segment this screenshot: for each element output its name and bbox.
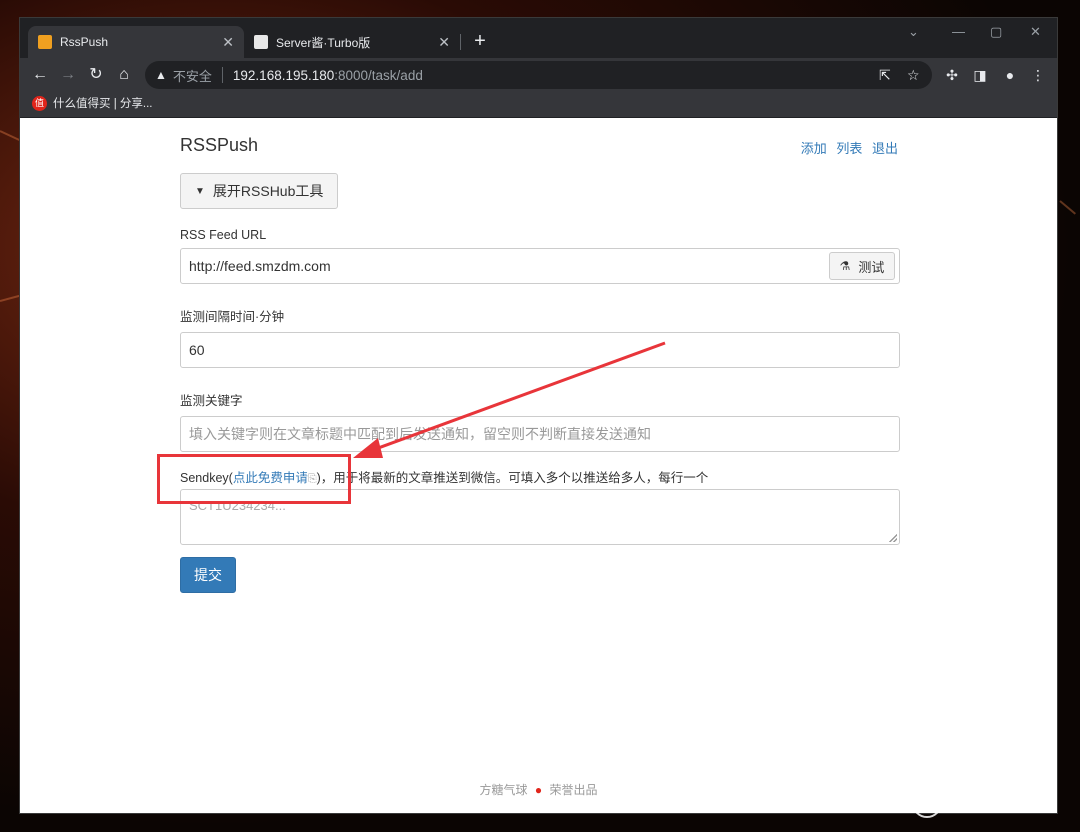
footer: 方糖气球 ● 荣誉出品: [20, 781, 1057, 798]
close-tab-icon[interactable]: ✕: [438, 34, 450, 51]
smzdm-favicon-icon: 值: [32, 95, 47, 111]
background-streak: [1059, 200, 1076, 215]
new-tab-icon[interactable]: +: [468, 30, 492, 54]
keywords-label: 监测关键字: [180, 394, 243, 408]
forward-icon[interactable]: →: [56, 63, 80, 87]
balloon-icon: ●: [534, 783, 543, 797]
reload-icon[interactable]: ↻: [84, 63, 108, 87]
nav-logout-link[interactable]: 退出: [872, 141, 898, 156]
share-icon[interactable]: ⇱: [879, 67, 891, 84]
submit-button[interactable]: 提交: [180, 557, 236, 593]
keywords-input[interactable]: 填入关键字则在文章标题中匹配到后发送通知，留空则不判断直接发送通知: [180, 416, 900, 452]
bookmark-smzdm[interactable]: 值 什么值得买 | 分享...: [32, 95, 152, 111]
nav-list-link[interactable]: 列表: [836, 141, 862, 156]
tab-title: Server酱·Turbo版: [276, 35, 371, 50]
browser-window: RssPush ✕ Server酱·Turbo版 ✕ + ⌄ — ▢ ✕ ← →…: [19, 17, 1058, 814]
omnibox-divider: [221, 67, 223, 83]
tab-serverchan[interactable]: Server酱·Turbo版 ✕: [244, 26, 460, 58]
interval-label: 监测间隔时间·分钟: [180, 310, 285, 324]
sendkey-suffix: )，用于将最新的文章推送到微信。可填入多个以推送给多人，每行一个: [316, 471, 709, 485]
annotation-highlight-box: [157, 454, 351, 504]
nav-add-link[interactable]: 添加: [801, 141, 827, 156]
serverchan-favicon-icon: [254, 35, 268, 49]
url-host: 192.168.195.180: [232, 67, 335, 83]
bookmark-label: 什么值得买 | 分享...: [53, 98, 153, 110]
feed-url-label: RSS Feed URL: [180, 228, 267, 242]
interval-input[interactable]: 60: [180, 332, 900, 368]
home-icon[interactable]: ⌂: [112, 63, 136, 87]
flask-icon: ⚗: [839, 259, 851, 273]
feed-url-value: http://feed.smzdm.com: [189, 258, 331, 274]
url-path: :8000/task/add: [334, 67, 423, 83]
close-tab-icon[interactable]: ✕: [222, 34, 234, 51]
test-button-label: 测试: [858, 259, 885, 275]
footer-right: 荣誉出品: [549, 783, 598, 797]
brand-title[interactable]: RSSPush: [180, 135, 258, 156]
smzdm-watermark: 值 什么值得买: [912, 788, 1040, 818]
close-window-icon[interactable]: ✕: [1030, 24, 1041, 40]
footer-left: 方糖气球: [479, 783, 528, 797]
tab-search-icon[interactable]: ⌄: [908, 24, 919, 40]
side-panel-icon[interactable]: ◨: [968, 63, 992, 87]
minimize-icon[interactable]: —: [952, 24, 965, 39]
menu-icon[interactable]: ⋮: [1026, 63, 1050, 87]
expand-rsshub-button[interactable]: ▼ 展开RSSHub工具: [180, 173, 338, 209]
feed-url-input[interactable]: http://feed.smzdm.com ⚗ 测试: [180, 248, 900, 284]
maximize-icon[interactable]: ▢: [990, 24, 1002, 40]
tab-rsspush[interactable]: RssPush ✕: [28, 26, 244, 58]
bookmarks-bar: 值 什么值得买 | 分享...: [20, 92, 1057, 118]
browser-toolbar: ← → ↻ ⌂ ▲ 不安全 192.168.195.180 :8000/task…: [20, 58, 1057, 92]
warning-icon[interactable]: ▲: [155, 68, 167, 82]
back-icon[interactable]: ←: [28, 63, 52, 87]
address-bar[interactable]: ▲ 不安全 192.168.195.180 :8000/task/add ⇱ ☆: [145, 61, 932, 89]
smzdm-logo-icon: 值: [912, 788, 942, 818]
top-nav: 添加 列表 退出: [795, 138, 898, 157]
tab-strip: RssPush ✕ Server酱·Turbo版 ✕ + ⌄ — ▢ ✕: [20, 18, 1057, 58]
extensions-icon[interactable]: ✣: [940, 63, 964, 87]
interval-value: 60: [189, 342, 205, 358]
tab-separator: [460, 34, 461, 50]
keywords-placeholder: 填入关键字则在文章标题中匹配到后发送通知，留空则不判断直接发送通知: [189, 426, 651, 442]
expand-rsshub-label: 展开RSSHub工具: [212, 183, 324, 199]
rsspush-favicon-icon: [38, 35, 52, 49]
security-label[interactable]: 不安全: [173, 66, 212, 85]
watermark-text: 什么值得买: [950, 794, 1040, 814]
chevron-down-icon: ▼: [195, 185, 205, 197]
tab-title: RssPush: [60, 35, 109, 49]
resize-handle[interactable]: [889, 534, 897, 542]
bookmark-star-icon[interactable]: ☆: [907, 67, 920, 84]
test-button[interactable]: ⚗ 测试: [829, 252, 895, 280]
profile-icon[interactable]: ●: [998, 63, 1022, 87]
